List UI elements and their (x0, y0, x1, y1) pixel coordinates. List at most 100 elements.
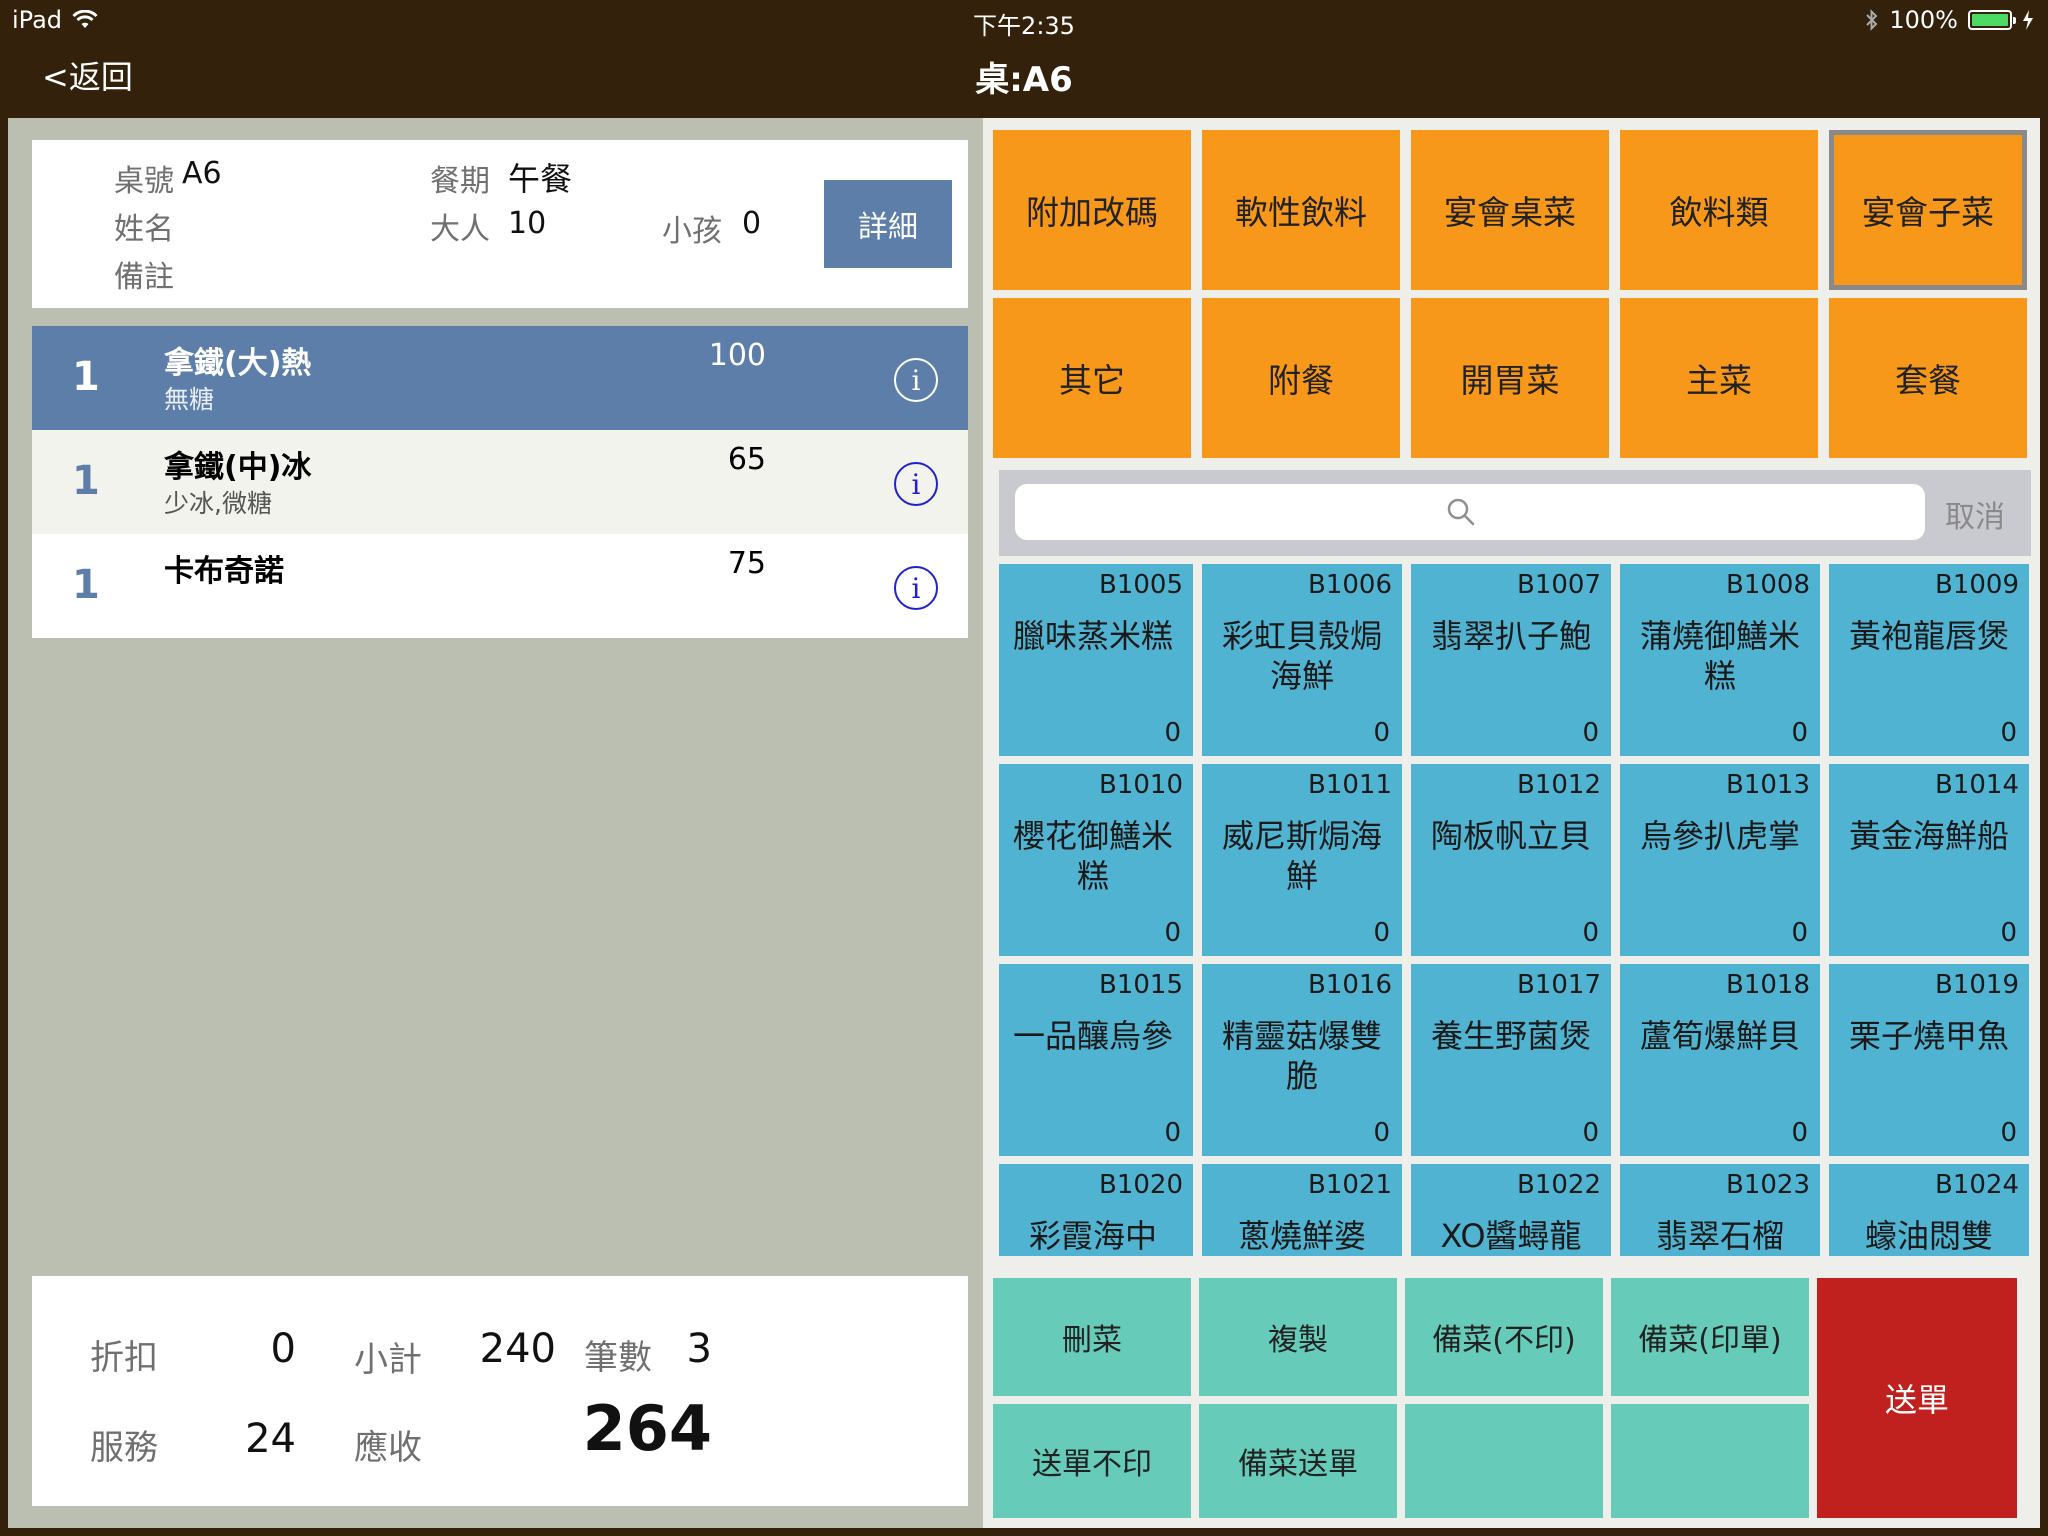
category-button[interactable]: 宴會桌菜 (1411, 130, 1609, 290)
order-qty: 1 (72, 458, 100, 504)
order-list: 1 拿鐵(大)熱 無糖 100 i 1 拿鐵(中)冰 少冰,微糖 65 i 1 … (32, 326, 968, 638)
child-value: 0 (742, 206, 762, 241)
menu-item-code: B1009 (1934, 570, 2019, 600)
prepare-print-button[interactable]: 備菜(印單) (1611, 1278, 1809, 1396)
item-count-value: 3 (686, 1326, 712, 1372)
menu-item-tile[interactable]: B1008 蒲燒御鱔米糕 0 (1620, 564, 1820, 756)
menu-item-name: 翡翠扒子鮑 (1430, 617, 1591, 655)
menu-item-code: B1014 (1934, 770, 2019, 800)
menu-item-count: 0 (2000, 1118, 2017, 1148)
order-row[interactable]: 1 拿鐵(大)熱 無糖 100 i (32, 326, 968, 430)
menu-item-tile[interactable]: B1021 蔥燒鮮婆 (1202, 1164, 1402, 1256)
menu-item-name: 烏參扒虎掌 (1639, 817, 1800, 855)
menu-item-code: B1017 (1516, 970, 1601, 1000)
menu-item-count: 0 (1373, 1118, 1390, 1148)
menu-item-count: 0 (1582, 918, 1599, 948)
menu-item-name: 櫻花御鱔米糕 (1012, 817, 1173, 895)
order-row[interactable]: 1 拿鐵(中)冰 少冰,微糖 65 i (32, 430, 968, 534)
menu-item-tile[interactable]: B1020 彩霞海中 (999, 1164, 1193, 1256)
order-qty: 1 (72, 354, 100, 400)
send-order-button[interactable]: 送單 (1817, 1278, 2017, 1518)
menu-item-count: 0 (1373, 918, 1390, 948)
category-button[interactable]: 其它 (993, 298, 1191, 458)
menu-item-tile[interactable]: B1010 櫻花御鱔米糕 0 (999, 764, 1193, 956)
menu-item-tile[interactable]: B1012 陶板帆立貝 0 (1411, 764, 1611, 956)
copy-button[interactable]: 複製 (1199, 1278, 1397, 1396)
menu-item-tile[interactable]: B1013 烏參扒虎掌 0 (1620, 764, 1820, 956)
delete-item-button[interactable]: 刪菜 (993, 1278, 1191, 1396)
page-title: 桌:A6 (975, 60, 1073, 100)
status-bar: iPad 下午2:35 100% (0, 0, 2048, 40)
empty-action-slot (1405, 1404, 1603, 1518)
prepare-no-print-button[interactable]: 備菜(不印) (1405, 1278, 1603, 1396)
menu-item-tile[interactable]: B1018 蘆筍爆鮮貝 0 (1620, 964, 1820, 1156)
adult-value: 10 (508, 206, 547, 241)
menu-item-tile[interactable]: B1023 翡翠石榴 (1620, 1164, 1820, 1256)
menu-item-tile[interactable]: B1011 威尼斯焗海鮮 0 (1202, 764, 1402, 956)
order-name: 拿鐵(中)冰 (164, 450, 312, 485)
menu-item-tile[interactable]: B1005 臘味蒸米糕 0 (999, 564, 1193, 756)
menu-item-code: B1008 (1725, 570, 1810, 600)
discount-value: 0 (270, 1326, 296, 1372)
order-price: 65 (727, 442, 766, 477)
info-icon[interactable]: i (894, 566, 938, 610)
menu-item-name: 彩霞海中 (1028, 1217, 1157, 1255)
empty-action-slot (1611, 1404, 1809, 1518)
order-note: 無糖 (164, 385, 215, 414)
menu-item-count: 0 (1791, 718, 1808, 748)
info-icon[interactable]: i (894, 358, 938, 402)
category-button[interactable]: 套餐 (1829, 298, 2027, 458)
menu-item-code: B1023 (1725, 1170, 1810, 1200)
search-icon (1447, 498, 1475, 526)
menu-item-tile[interactable]: B1006 彩虹貝殼焗海鮮 0 (1202, 564, 1402, 756)
menu-item-tile[interactable]: B1016 精靈菇爆雙脆 0 (1202, 964, 1402, 1156)
meal-period-value: 午餐 (508, 160, 573, 198)
charging-icon (2023, 10, 2033, 30)
menu-item-tile[interactable]: B1024 蠔油悶雙 (1829, 1164, 2029, 1256)
menu-item-name: 陶板帆立貝 (1430, 817, 1591, 855)
main-area: 桌號 A6 姓名 備註 餐期 午餐 大人 10 小孩 0 詳細 1 拿鐵(大)熱… (8, 118, 2040, 1528)
menu-item-tile[interactable]: B1009 黃袍龍唇煲 0 (1829, 564, 2029, 756)
subtotal-label: 小計 (354, 1340, 422, 1380)
menu-item-tile[interactable]: B1019 栗子燒甲魚 0 (1829, 964, 2029, 1156)
category-button[interactable]: 飲料類 (1620, 130, 1818, 290)
search-cancel-button[interactable]: 取消 (1945, 492, 2005, 536)
order-row[interactable]: 1 卡布奇諾 75 i (32, 534, 968, 638)
info-icon[interactable]: i (894, 462, 938, 506)
menu-item-tile[interactable]: B1014 黃金海鮮船 0 (1829, 764, 2029, 956)
menu-item-tile[interactable]: B1017 養生野菌煲 0 (1411, 964, 1611, 1156)
menu-item-code: B1011 (1307, 770, 1392, 800)
table-number-value: A6 (182, 156, 222, 191)
menu-item-code: B1006 (1307, 570, 1392, 600)
menu-item-count: 0 (1373, 718, 1390, 748)
battery-percent: 100% (1889, 6, 1958, 34)
category-button[interactable]: 開胃菜 (1411, 298, 1609, 458)
detail-button[interactable]: 詳細 (824, 180, 952, 268)
prepare-send-button[interactable]: 備菜送單 (1199, 1404, 1397, 1518)
category-button[interactable]: 主菜 (1620, 298, 1818, 458)
category-button-active[interactable]: 宴會子菜 (1829, 130, 2027, 290)
menu-item-name: 一品釀烏參 (1012, 1017, 1173, 1055)
menu-item-name: 蒲燒御鱔米糕 (1639, 617, 1800, 695)
remark-label: 備註 (114, 260, 174, 295)
menu-item-name: 蠔油悶雙 (1864, 1217, 1993, 1255)
menu-item-name: 栗子燒甲魚 (1848, 1017, 2009, 1055)
menu-item-tile[interactable]: B1022 XO醬蟳龍 (1411, 1164, 1611, 1256)
category-button[interactable]: 軟性飲料 (1202, 130, 1400, 290)
discount-label: 折扣 (90, 1338, 158, 1378)
menu-item-code: B1021 (1307, 1170, 1392, 1200)
menu-item-grid: B1005 臘味蒸米糕 0 B1006 彩虹貝殼焗海鮮 0 B1007 翡翠扒子鮑 0 B1008… (999, 564, 2031, 1256)
category-button[interactable]: 附加改碼 (993, 130, 1191, 290)
order-name: 拿鐵(大)熱 (164, 346, 312, 381)
send-no-print-button[interactable]: 送單不印 (993, 1404, 1191, 1518)
menu-item-tile[interactable]: B1007 翡翠扒子鮑 0 (1411, 564, 1611, 756)
menu-item-code: B1013 (1725, 770, 1810, 800)
menu-item-name: 蔥燒鮮婆 (1237, 1217, 1366, 1255)
category-button[interactable]: 附餐 (1202, 298, 1400, 458)
adult-label: 大人 (430, 212, 490, 247)
menu-item-count: 0 (2000, 918, 2017, 948)
menu-item-tile[interactable]: B1015 一品釀烏參 0 (999, 964, 1193, 1156)
menu-item-count: 0 (1582, 1118, 1599, 1148)
order-summary: 折扣 0 小計 240 筆數 3 服務 24 應收 264 (32, 1276, 968, 1506)
menu-item-code: B1016 (1307, 970, 1392, 1000)
